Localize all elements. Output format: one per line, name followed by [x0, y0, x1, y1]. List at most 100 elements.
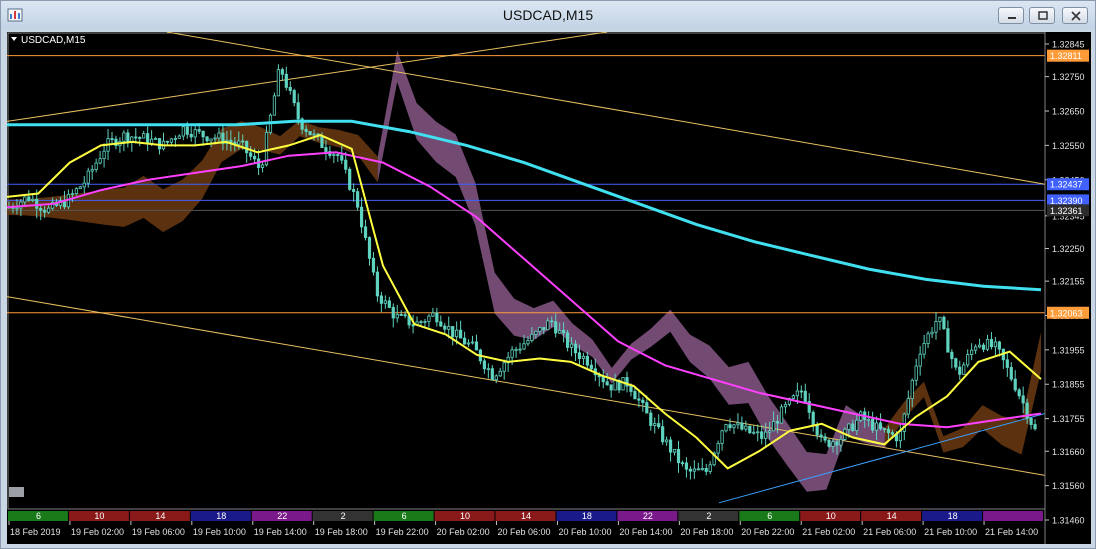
candle-body [938, 316, 942, 322]
candle-body [201, 130, 205, 138]
restore-button[interactable] [1029, 7, 1055, 24]
candle-body [320, 135, 324, 148]
candle-body [209, 138, 213, 142]
candle-body [165, 140, 170, 143]
candle-body [756, 431, 760, 434]
candle-body [633, 391, 637, 400]
candle-body [134, 136, 138, 139]
candle-body [855, 419, 859, 432]
candle-body [459, 329, 463, 339]
candle-body [878, 422, 883, 430]
candle-body [672, 448, 677, 453]
session-label: 10 [460, 511, 470, 521]
session-label: 2 [341, 511, 346, 521]
minimize-icon [1008, 17, 1016, 19]
candle-body [173, 138, 177, 140]
candle-body [550, 320, 554, 323]
candle-body [803, 390, 807, 402]
candle-body [70, 193, 74, 195]
candle-body [791, 395, 795, 399]
session-label: 6 [36, 511, 41, 521]
candle-body [138, 137, 142, 139]
candle-body [930, 331, 934, 335]
time-tick-label: 20 Feb 06:00 [498, 527, 551, 537]
candle-body [146, 133, 150, 145]
close-icon [1071, 11, 1081, 21]
candle-body [237, 140, 241, 145]
price-tick-label: 1.32250 [1052, 244, 1085, 254]
candle-body [332, 154, 336, 156]
time-tick-label: 19 Feb 22:00 [376, 527, 429, 537]
candle-body [482, 360, 486, 370]
candle-body [15, 207, 19, 210]
minimize-button[interactable] [998, 7, 1024, 24]
candle-body [645, 402, 649, 414]
candle-body [558, 330, 562, 334]
candle-body [989, 339, 994, 348]
candle-body [197, 129, 201, 132]
close-button[interactable] [1062, 7, 1088, 24]
title-bar[interactable]: USDCAD,M15 [1, 1, 1095, 29]
ma-fast-line [7, 134, 1042, 470]
session-label: 14 [887, 511, 897, 521]
candle-body [752, 431, 756, 434]
candle-body [966, 354, 970, 366]
candle-body [736, 422, 740, 426]
candle-body [288, 86, 292, 91]
price-chart[interactable]: 1.328451.327501.326501.325501.324501.323… [7, 32, 1091, 544]
session-label: 14 [521, 511, 531, 521]
candle-body [993, 341, 998, 348]
candle-body [692, 468, 696, 472]
candle-body [423, 320, 427, 323]
candle-body [249, 152, 253, 157]
candle-body [526, 340, 530, 345]
candle-body [181, 126, 185, 137]
candle-body [308, 131, 312, 136]
candle-body [102, 150, 106, 160]
candle-body [946, 328, 950, 353]
candle-body [716, 443, 720, 454]
candle-body [554, 321, 558, 334]
candle-body [874, 422, 879, 431]
candle-body [977, 344, 982, 348]
candle-body [439, 321, 443, 327]
candle-body [352, 189, 356, 193]
candle-body [1029, 417, 1033, 425]
candle-body [926, 333, 930, 344]
candle-body [280, 69, 284, 75]
candle-body [867, 418, 871, 421]
price-tick-label: 1.32155 [1052, 277, 1085, 287]
candle-body [340, 155, 344, 161]
time-tick-label: 20 Feb 10:00 [558, 527, 611, 537]
candle-body [534, 330, 538, 335]
candle-body [835, 441, 839, 446]
symbol-label-text: USDCAD,M15 [21, 35, 86, 46]
candle-body [981, 344, 986, 350]
candle-body [704, 468, 708, 472]
chart-canvas[interactable]: 1.328451.327501.326501.325501.324501.323… [7, 32, 1091, 544]
price-tick-label: 1.31955 [1052, 345, 1085, 355]
candle-body [142, 133, 146, 139]
candle-body [764, 431, 768, 439]
candle-body [665, 439, 669, 443]
candle-body [882, 428, 887, 431]
time-tick-label: 20 Feb 18:00 [680, 527, 733, 537]
candle-body [90, 169, 94, 172]
candle-body [292, 90, 296, 104]
candle-body [740, 422, 744, 430]
session-label: 10 [94, 511, 104, 521]
candle-body [367, 237, 372, 259]
candle-body [74, 188, 78, 194]
candle-body [831, 441, 835, 447]
candle-body [562, 330, 566, 334]
price-tick-label: 1.31660 [1052, 447, 1085, 457]
candle-body [985, 339, 990, 350]
candle-body [177, 135, 181, 139]
candle-body [490, 368, 494, 381]
candle-body [649, 412, 653, 426]
candle-body [958, 366, 962, 375]
candle-body [518, 348, 522, 351]
candle-body [193, 129, 197, 138]
candle-body [324, 147, 328, 152]
candle-body [185, 126, 189, 135]
